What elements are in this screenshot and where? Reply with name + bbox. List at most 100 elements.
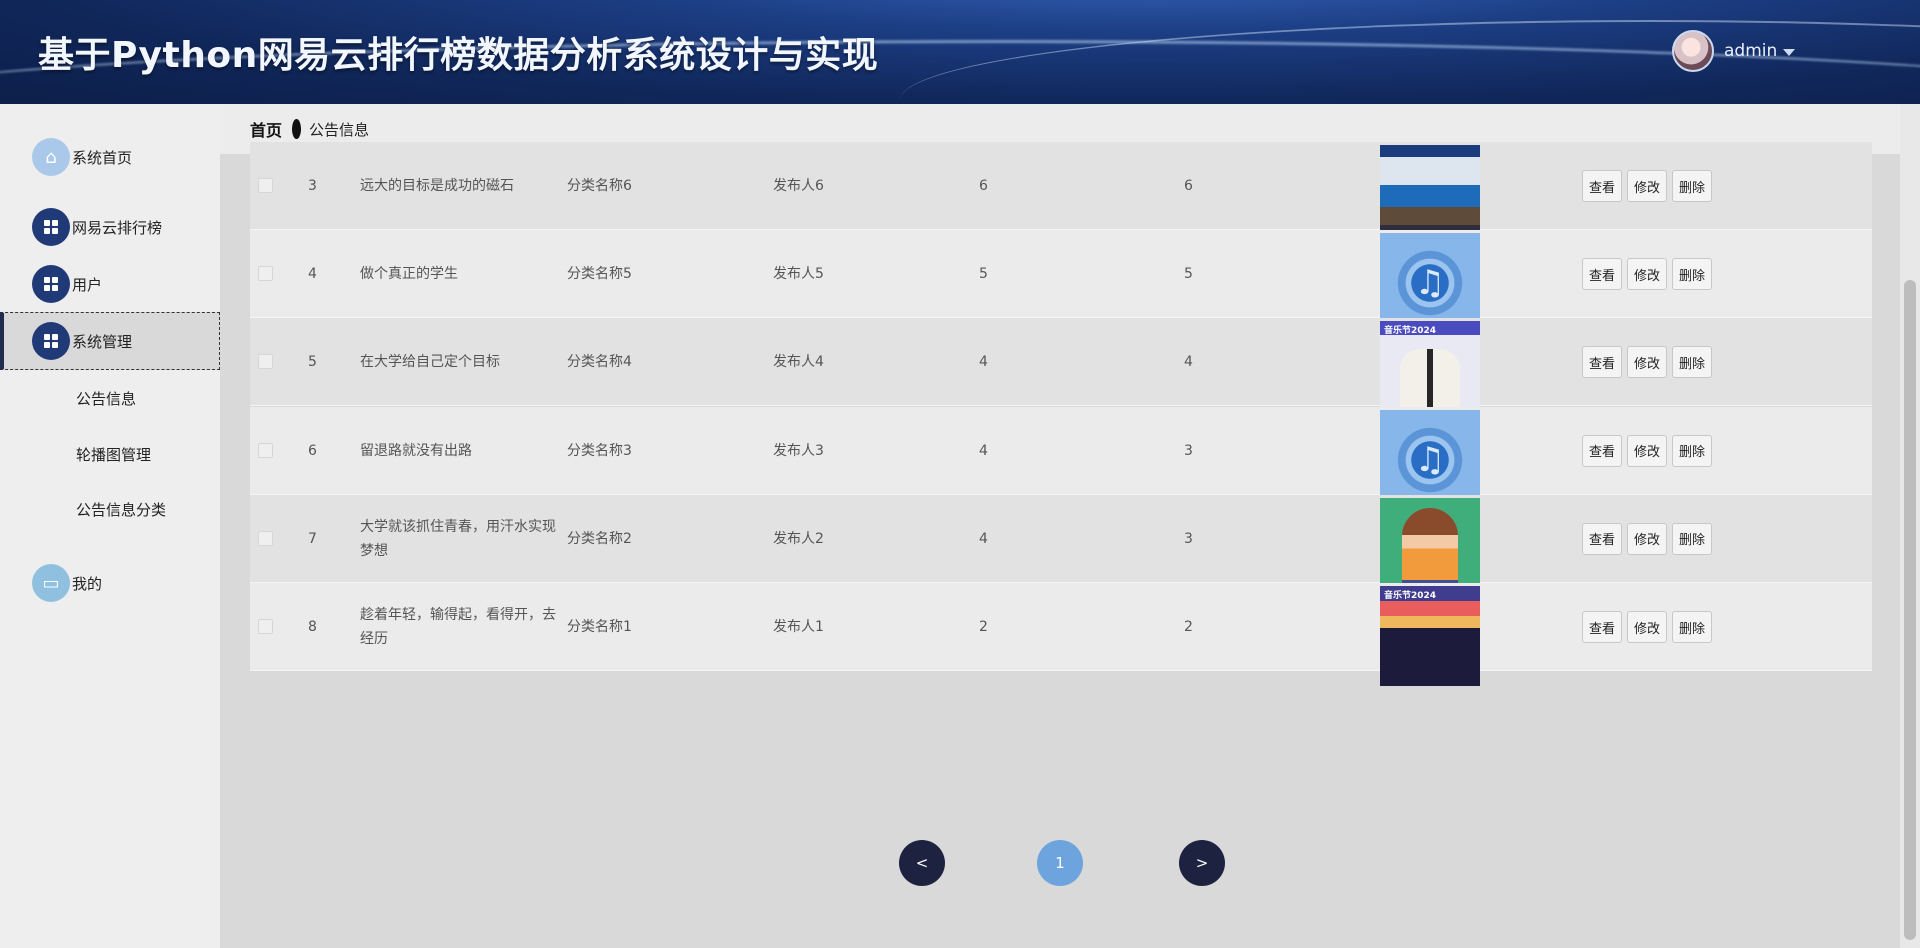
view-button[interactable]: 查看: [1582, 258, 1623, 291]
main-content: 3 远大的目标是成功的磁石 分类名称6 发布人6 6 6 查看 修改 删除 4 做个真正的学生 分类名…: [220, 142, 1900, 948]
grid-icon: [32, 322, 70, 360]
row-checkbox[interactable]: [258, 354, 273, 370]
sidebar: ⌂ 系统首页 网易云排行榜 用户 系统管理 公告信息 轮播图管理 公告信息分类 …: [0, 104, 220, 948]
sidebar-subitem-carousel[interactable]: 轮播图管理: [76, 444, 151, 465]
app-title: 基于Python网易云排行榜数据分析系统设计与实现: [38, 35, 879, 76]
row-checkbox[interactable]: [258, 442, 273, 458]
sidebar-item-users[interactable]: 用户: [0, 249, 220, 319]
scrollbar[interactable]: [1900, 104, 1920, 948]
sidebar-item-label: 系统首页: [72, 148, 133, 167]
view-button[interactable]: 查看: [1582, 522, 1623, 555]
edit-button[interactable]: 修改: [1627, 346, 1668, 379]
cell-index: 6: [308, 442, 317, 459]
cell-index: 4: [308, 266, 317, 283]
view-button[interactable]: 查看: [1582, 434, 1623, 467]
delete-button[interactable]: 删除: [1672, 611, 1713, 643]
view-button[interactable]: 查看: [1582, 346, 1623, 379]
poster-label: 音乐节2024: [1384, 591, 1437, 601]
next-page-button[interactable]: >: [1179, 840, 1225, 886]
cell-publisher: 发布人1: [773, 619, 824, 635]
view-button[interactable]: 查看: [1582, 611, 1623, 643]
avatar[interactable]: [1672, 30, 1714, 72]
cell-category: 分类名称1: [567, 619, 632, 635]
cell-col6: 3: [1184, 530, 1193, 547]
edit-button[interactable]: 修改: [1627, 434, 1668, 467]
view-button[interactable]: 查看: [1582, 170, 1623, 202]
sidebar-item-mine[interactable]: ▭ 我的: [0, 548, 220, 618]
edit-button[interactable]: 修改: [1627, 522, 1668, 555]
row-checkbox[interactable]: [258, 178, 273, 193]
row-checkbox[interactable]: [258, 266, 273, 282]
row-checkbox[interactable]: [258, 619, 273, 634]
app-header: 基于Python网易云排行榜数据分析系统设计与实现 admin: [0, 0, 1920, 104]
table-row: 3 远大的目标是成功的磁石 分类名称6 发布人6 6 6 查看 修改 删除: [250, 142, 1872, 245]
breadcrumb-separator-icon: [292, 119, 302, 139]
delete-button[interactable]: 删除: [1672, 170, 1713, 202]
sidebar-item-home[interactable]: ⌂ 系统首页: [0, 122, 220, 192]
cell-publisher: 发布人4: [773, 354, 824, 371]
row-checkbox[interactable]: [258, 530, 273, 546]
sidebar-subitem-announcements[interactable]: 公告信息: [76, 388, 136, 409]
cell-title: 趁着年轻，输得起，看得开，去经历: [360, 607, 556, 647]
cell-title: 留退路就没有出路: [360, 442, 472, 459]
prev-page-button[interactable]: <: [899, 840, 945, 886]
delete-button[interactable]: 删除: [1672, 522, 1713, 555]
grid-icon: [32, 265, 70, 303]
cell-publisher: 发布人2: [773, 530, 824, 547]
cell-title: 做个真正的学生: [360, 266, 458, 283]
cell-col5: 4: [979, 442, 988, 459]
edit-button[interactable]: 修改: [1627, 170, 1668, 202]
row-actions: 查看 修改 删除: [1582, 346, 1713, 379]
cell-index: 3: [308, 178, 317, 194]
cell-index: 7: [308, 530, 317, 547]
sidebar-item-label: 网易云排行榜: [72, 218, 163, 237]
sidebar-item-label: 用户: [72, 275, 103, 294]
cell-index: 5: [308, 354, 317, 371]
sidebar-subitem-announcement-categories[interactable]: 公告信息分类: [76, 499, 166, 520]
row-image: 音乐节2024: [1380, 586, 1480, 686]
cell-col6: 2: [1184, 619, 1193, 635]
cell-title: 大学就该抓住青春，用汗水实现梦想: [360, 518, 556, 559]
home-icon: ⌂: [32, 138, 70, 176]
cell-col5: 4: [979, 354, 988, 371]
cell-title: 在大学给自己定个目标: [360, 354, 500, 371]
edit-button[interactable]: 修改: [1627, 611, 1668, 643]
cell-category: 分类名称5: [567, 266, 632, 283]
table-row: 4 做个真正的学生 分类名称5 发布人5 5 5 ♫ 查看 修改 删除: [250, 230, 1872, 334]
table-row: 6 留退路就没有出路 分类名称3 发布人3 4 3 ♫ 查看 修改 删除: [250, 406, 1872, 510]
delete-button[interactable]: 删除: [1672, 434, 1713, 467]
sidebar-item-system-management[interactable]: 系统管理: [0, 312, 220, 370]
cell-col5: 6: [979, 178, 988, 194]
row-actions: 查看 修改 删除: [1582, 170, 1713, 202]
cell-publisher: 发布人3: [773, 442, 824, 459]
cell-category: 分类名称2: [567, 530, 632, 547]
user-name[interactable]: admin: [1724, 41, 1777, 61]
cell-col5: 2: [979, 619, 988, 635]
poster-label: 音乐节2024: [1384, 326, 1437, 337]
cell-col6: 3: [1184, 442, 1193, 459]
row-actions: 查看 修改 删除: [1582, 258, 1713, 291]
cell-title: 远大的目标是成功的磁石: [360, 178, 514, 194]
sidebar-item-label: 系统管理: [72, 332, 133, 351]
table-row: 8 趁着年轻，输得起，看得开，去经历 分类名称1 发布人1 2 2 音乐节2024 查看 修改删…: [250, 583, 1872, 686]
card-icon: ▭: [32, 564, 70, 602]
caret-down-icon[interactable]: [1783, 48, 1796, 56]
cell-category: 分类名称6: [567, 178, 632, 194]
scrollbar-thumb[interactable]: [1904, 280, 1916, 940]
delete-button[interactable]: 删除: [1672, 258, 1713, 291]
delete-button[interactable]: 删除: [1672, 346, 1713, 379]
cell-publisher: 发布人6: [773, 178, 824, 194]
breadcrumb-home[interactable]: 首页: [250, 117, 282, 141]
breadcrumb-current: 公告信息: [309, 120, 370, 139]
cell-col6: 5: [1184, 266, 1193, 283]
page-1-button[interactable]: 1: [1037, 840, 1083, 886]
grid-icon: [32, 208, 70, 246]
table-row: 5 在大学给自己定个目标 分类名称4 发布人4 4 4 音乐节2024 查看 修改 删除: [250, 318, 1872, 422]
user-menu[interactable]: admin: [1672, 30, 1796, 72]
cell-col6: 6: [1184, 178, 1193, 194]
cell-col5: 4: [979, 530, 988, 547]
row-actions: 查看 修改 删除: [1582, 522, 1713, 555]
cell-publisher: 发布人5: [773, 266, 824, 283]
row-actions: 查看 修改 删除: [1582, 611, 1713, 643]
edit-button[interactable]: 修改: [1627, 258, 1668, 291]
